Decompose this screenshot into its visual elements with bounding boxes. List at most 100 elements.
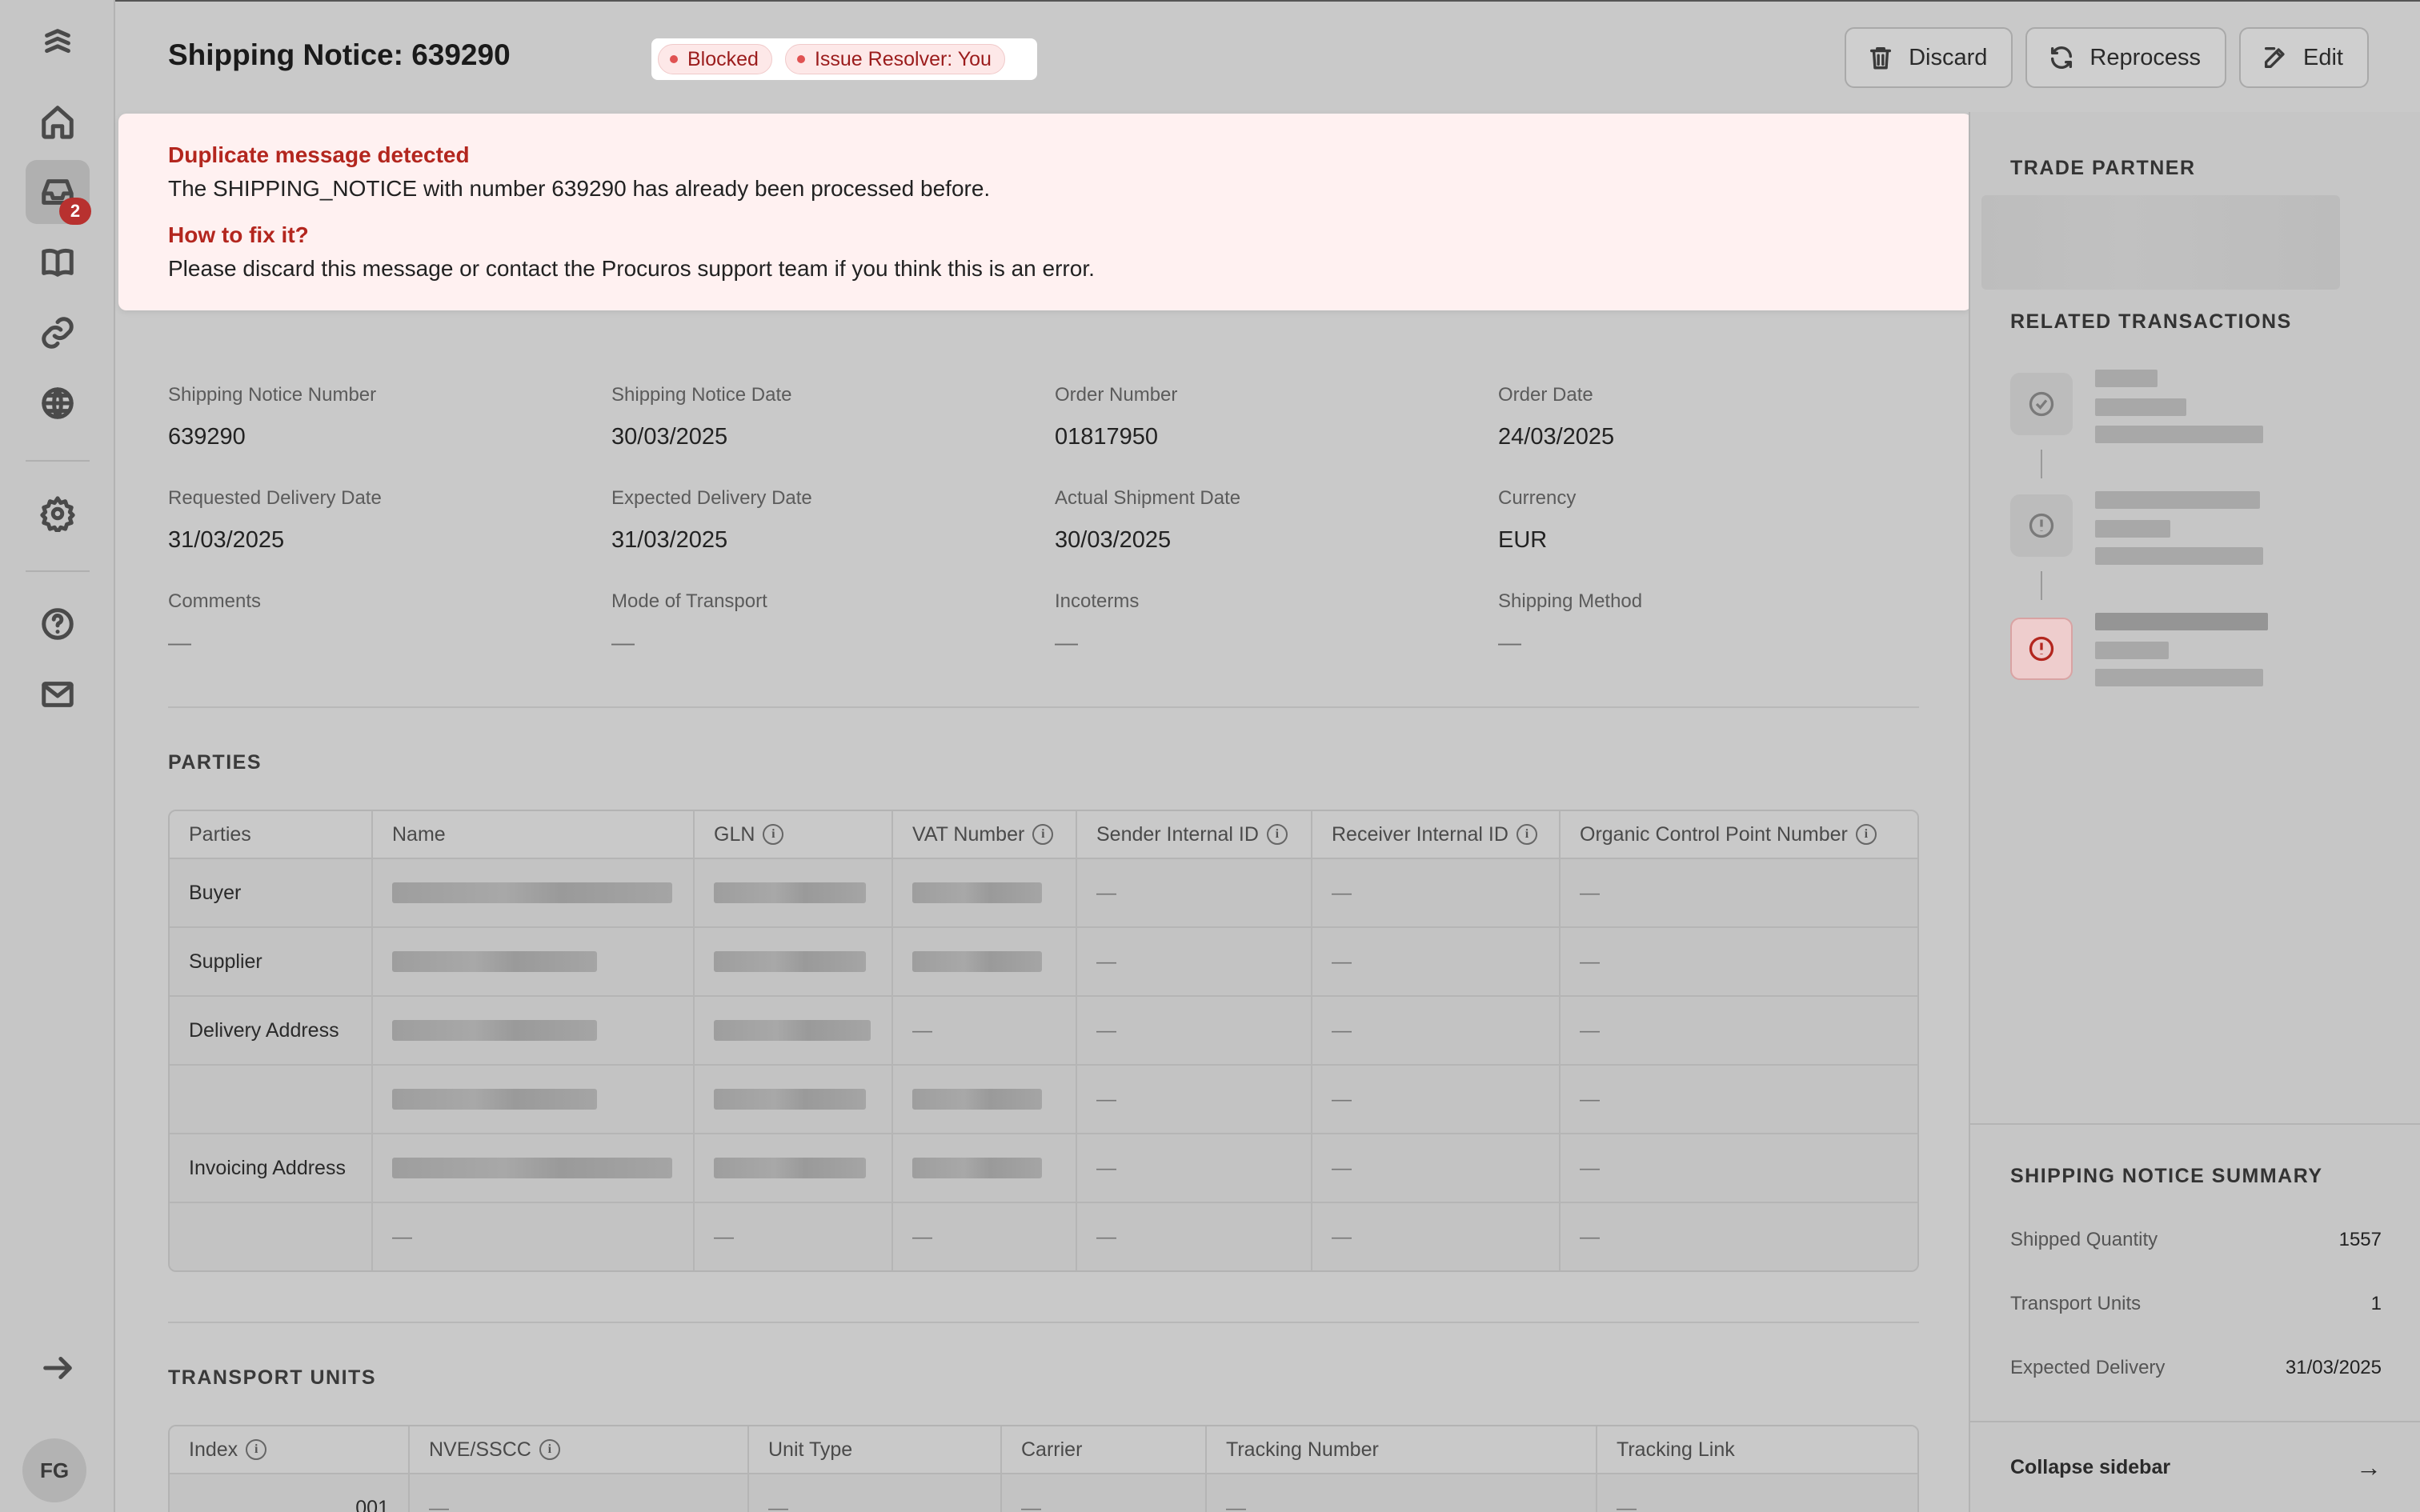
reprocess-button-label: Reprocess bbox=[2089, 44, 2202, 70]
detail-value: 30/03/2025 bbox=[1055, 527, 1172, 553]
redacted-cell bbox=[893, 928, 1077, 995]
detail-field: Currency EUR bbox=[1498, 487, 1919, 554]
table-cell: — bbox=[1077, 1203, 1312, 1270]
table-row: 001 — — — — — bbox=[170, 1473, 1917, 1512]
cell-value: — bbox=[1580, 1087, 1600, 1110]
info-icon[interactable]: i bbox=[246, 1439, 267, 1460]
table-cell: — bbox=[1312, 1066, 1561, 1133]
reprocess-button[interactable]: Reprocess bbox=[2025, 27, 2227, 88]
redacted-value bbox=[392, 882, 672, 903]
book-icon[interactable] bbox=[26, 230, 90, 294]
cell-value: — bbox=[714, 1225, 734, 1248]
summary-row: Shipped Quantity 1557 bbox=[2010, 1229, 2382, 1251]
column-header-label: Name bbox=[392, 822, 446, 846]
redacted-cell bbox=[373, 859, 695, 926]
redacted-value bbox=[2095, 613, 2268, 630]
edit-button[interactable]: Edit bbox=[2239, 27, 2369, 88]
redacted-value bbox=[392, 1020, 597, 1041]
table-row: Buyer — — — bbox=[170, 858, 1917, 926]
redacted-value bbox=[714, 1020, 871, 1041]
cell-value: — bbox=[1096, 1087, 1116, 1110]
column-header: Tracking Link bbox=[1597, 1426, 1917, 1473]
expand-arrow-icon[interactable] bbox=[26, 1336, 90, 1400]
summary-label: Transport Units bbox=[2010, 1293, 2142, 1314]
nav-divider bbox=[26, 460, 90, 462]
home-icon[interactable] bbox=[26, 90, 90, 154]
detail-field: Order Date 24/03/2025 bbox=[1498, 384, 1919, 450]
transaction-error-icon[interactable] bbox=[2010, 618, 2073, 680]
info-icon[interactable]: i bbox=[763, 824, 784, 845]
detail-label: Mode of Transport bbox=[611, 590, 767, 612]
table-cell: — bbox=[1077, 1066, 1312, 1133]
detail-field: Requested Delivery Date 31/03/2025 bbox=[168, 487, 611, 554]
main-content: Shipping Notice Number 639290 Shipping No… bbox=[168, 384, 1919, 1512]
column-header-label: Unit Type bbox=[768, 1438, 853, 1461]
redacted-value bbox=[392, 1089, 597, 1110]
table-cell: — bbox=[410, 1474, 749, 1512]
globe-icon[interactable] bbox=[26, 371, 90, 435]
table-header-row: Index i NVE/SSCC i Unit Type Carrier Track… bbox=[170, 1426, 1917, 1473]
detail-field: Comments — bbox=[168, 590, 611, 657]
gear-icon[interactable] bbox=[26, 482, 90, 546]
column-header: Organic Control Point Number i bbox=[1561, 811, 1905, 858]
collapse-sidebar-button[interactable]: Collapse sidebar → bbox=[1970, 1421, 2420, 1512]
redacted-value bbox=[714, 1158, 866, 1178]
redacted-cell bbox=[373, 997, 695, 1064]
column-header-label: VAT Number bbox=[912, 822, 1025, 846]
cell-value: — bbox=[1096, 950, 1116, 973]
refresh-icon bbox=[2051, 46, 2073, 69]
detail-field: Shipping Notice Date 30/03/2025 bbox=[611, 384, 1055, 450]
redacted-value bbox=[2095, 491, 2260, 509]
redacted-value bbox=[714, 951, 866, 972]
detail-value: 31/03/2025 bbox=[168, 527, 285, 553]
trade-partner-redacted bbox=[1981, 195, 2340, 290]
cell-value: — bbox=[1580, 950, 1600, 973]
related-transactions-title: RELATED TRANSACTIONS bbox=[2010, 310, 2292, 333]
table-cell: — bbox=[1207, 1474, 1597, 1512]
detail-value: 31/03/2025 bbox=[611, 527, 728, 553]
trade-partner-title: TRADE PARTNER bbox=[2010, 157, 2196, 179]
info-icon[interactable]: i bbox=[1266, 824, 1288, 845]
cell-value: — bbox=[1332, 1225, 1352, 1248]
avatar[interactable]: FG bbox=[22, 1438, 86, 1502]
mail-icon[interactable] bbox=[26, 662, 90, 726]
info-icon[interactable]: i bbox=[1516, 824, 1537, 845]
party-name: Buyer bbox=[170, 859, 373, 926]
detail-field: Shipping Notice Number 639290 bbox=[168, 384, 611, 450]
logo-icon[interactable] bbox=[26, 11, 90, 75]
parties-table: Parties Name GLN i VAT Number i Sender Int… bbox=[168, 810, 1919, 1272]
redacted-value bbox=[392, 951, 597, 972]
column-header: Tracking Number bbox=[1207, 1426, 1597, 1473]
cell-value: — bbox=[1580, 1156, 1600, 1179]
nav-divider bbox=[26, 570, 90, 572]
info-icon[interactable]: i bbox=[539, 1439, 560, 1460]
status-badge: Blocked bbox=[658, 44, 772, 74]
cell-value: — bbox=[768, 1496, 788, 1512]
redacted-value bbox=[714, 882, 866, 903]
transaction-warning-icon[interactable] bbox=[2010, 494, 2073, 557]
nav-rail: 2 FG bbox=[0, 0, 115, 1512]
column-header-label: Tracking Link bbox=[1617, 1438, 1735, 1461]
redacted-cell bbox=[893, 1066, 1077, 1133]
timeline-connector bbox=[2041, 450, 2042, 478]
link-icon[interactable] bbox=[26, 301, 90, 365]
detail-value: EUR bbox=[1498, 527, 1548, 553]
error-alert: Duplicate message detected The SHIPPING_… bbox=[118, 114, 1972, 310]
detail-field: Shipping Method — bbox=[1498, 590, 1919, 657]
detail-label: Currency bbox=[1498, 487, 1577, 509]
redacted-cell bbox=[695, 1134, 893, 1202]
alert-fix-message: Please discard this message or contact t… bbox=[168, 256, 1095, 281]
transaction-success-icon[interactable] bbox=[2010, 373, 2073, 435]
info-icon[interactable]: i bbox=[1855, 824, 1877, 845]
info-icon[interactable]: i bbox=[1032, 824, 1054, 845]
column-header: Index i bbox=[170, 1426, 410, 1473]
cell-value: — bbox=[1580, 881, 1600, 904]
table-cell: — bbox=[1561, 1066, 1905, 1133]
summary-row: Transport Units 1 bbox=[2010, 1293, 2382, 1315]
cell-value: — bbox=[1332, 1156, 1352, 1179]
cell-value: — bbox=[1332, 881, 1352, 904]
discard-button[interactable]: Discard bbox=[1845, 27, 2013, 88]
cell-value: — bbox=[1096, 1018, 1116, 1042]
summary-title: SHIPPING NOTICE SUMMARY bbox=[2010, 1165, 2323, 1187]
help-icon[interactable] bbox=[26, 592, 90, 656]
